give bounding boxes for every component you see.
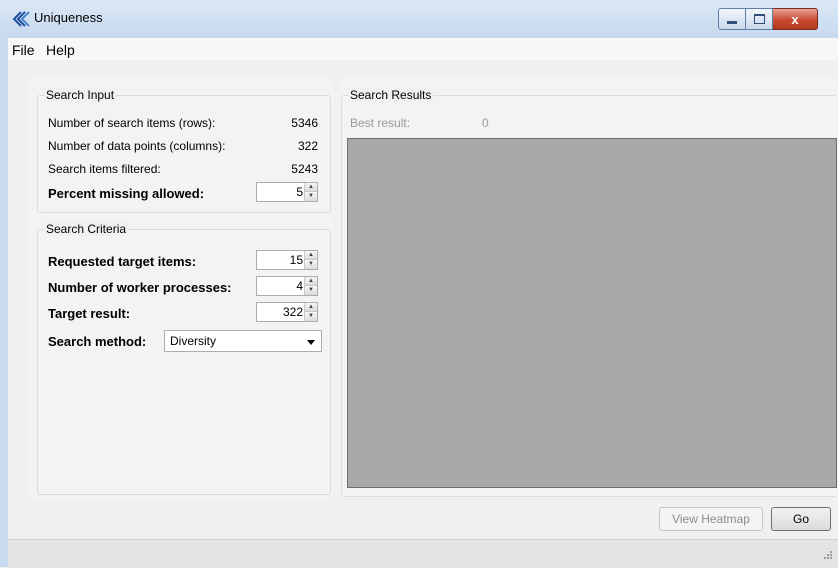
search-input-title: Search Input xyxy=(44,88,117,102)
spin-up-icon[interactable]: ▲ xyxy=(305,277,317,286)
search-criteria-title: Search Criteria xyxy=(44,222,129,236)
spin-buttons: ▲ ▼ xyxy=(304,303,317,321)
rows-value: 5346 xyxy=(291,116,318,130)
minimize-button[interactable] xyxy=(718,8,746,30)
resize-grip-icon[interactable] xyxy=(822,551,832,564)
view-heatmap-button[interactable]: View Heatmap xyxy=(659,507,763,531)
percent-missing-label: Percent missing allowed: xyxy=(48,186,205,201)
maximize-icon xyxy=(753,14,765,24)
title-bar[interactable]: Uniqueness x xyxy=(0,0,838,38)
search-results-title: Search Results xyxy=(348,88,434,102)
spin-buttons: ▲ ▼ xyxy=(304,251,317,269)
search-results-group: Search Results Best result: 0 xyxy=(341,88,837,497)
search-input-group: Search Input Number of search items (row… xyxy=(37,88,331,213)
close-button[interactable]: x xyxy=(773,8,818,30)
chevron-down-icon xyxy=(307,340,315,345)
uniqueness-logo-icon xyxy=(12,10,30,28)
best-result-label: Best result: xyxy=(350,116,411,130)
target-result-label: Target result: xyxy=(48,306,131,321)
spin-down-icon[interactable]: ▼ xyxy=(305,260,317,269)
columns-label: Number of data points (columns): xyxy=(48,139,226,153)
spin-up-icon[interactable]: ▲ xyxy=(305,183,317,192)
rows-label: Number of search items (rows): xyxy=(48,116,216,130)
maximize-button[interactable] xyxy=(746,8,773,30)
columns-value: 322 xyxy=(297,139,318,153)
client-area: File Help Search Input Number of search … xyxy=(8,38,838,568)
left-panel: Search Input Number of search items (row… xyxy=(29,78,334,498)
percent-missing-stepper[interactable]: 5 ▲ ▼ xyxy=(256,182,318,202)
results-display-area[interactable] xyxy=(347,138,837,488)
window-title: Uniqueness xyxy=(34,10,103,25)
filtered-value: 5243 xyxy=(291,162,318,176)
app-window: Uniqueness x File Help Search Input Numb… xyxy=(0,0,838,568)
minimize-icon xyxy=(727,20,737,24)
search-method-select[interactable]: Diversity xyxy=(164,330,322,352)
window-controls: x xyxy=(718,8,818,30)
menu-file[interactable]: File xyxy=(12,42,35,58)
target-items-stepper[interactable]: 15 ▲ ▼ xyxy=(256,250,318,270)
spin-down-icon[interactable]: ▼ xyxy=(305,286,317,295)
go-button[interactable]: Go xyxy=(771,507,831,531)
menu-bar: File Help xyxy=(8,38,838,60)
spin-up-icon[interactable]: ▲ xyxy=(305,251,317,260)
spin-down-icon[interactable]: ▼ xyxy=(305,192,317,201)
search-method-value: Diversity xyxy=(170,334,217,348)
target-items-value: 15 xyxy=(289,253,303,267)
menu-help[interactable]: Help xyxy=(46,42,75,58)
spin-down-icon[interactable]: ▼ xyxy=(305,312,317,321)
workers-value: 4 xyxy=(296,279,303,293)
target-result-value: 322 xyxy=(282,305,303,319)
close-icon: x xyxy=(791,11,799,27)
best-result-value: 0 xyxy=(482,116,489,130)
workers-label: Number of worker processes: xyxy=(48,280,232,295)
target-items-label: Requested target items: xyxy=(48,254,197,269)
status-bar xyxy=(8,539,838,568)
spin-buttons: ▲ ▼ xyxy=(304,277,317,295)
percent-missing-value: 5 xyxy=(296,185,303,199)
method-label: Search method: xyxy=(48,334,147,349)
right-panel: Search Results Best result: 0 xyxy=(341,78,838,498)
spin-buttons: ▲ ▼ xyxy=(304,183,317,201)
target-result-stepper[interactable]: 322 ▲ ▼ xyxy=(256,302,318,322)
search-criteria-group: Search Criteria Requested target items: … xyxy=(37,222,331,495)
spin-up-icon[interactable]: ▲ xyxy=(305,303,317,312)
workers-stepper[interactable]: 4 ▲ ▼ xyxy=(256,276,318,296)
filtered-label: Search items filtered: xyxy=(48,162,161,176)
